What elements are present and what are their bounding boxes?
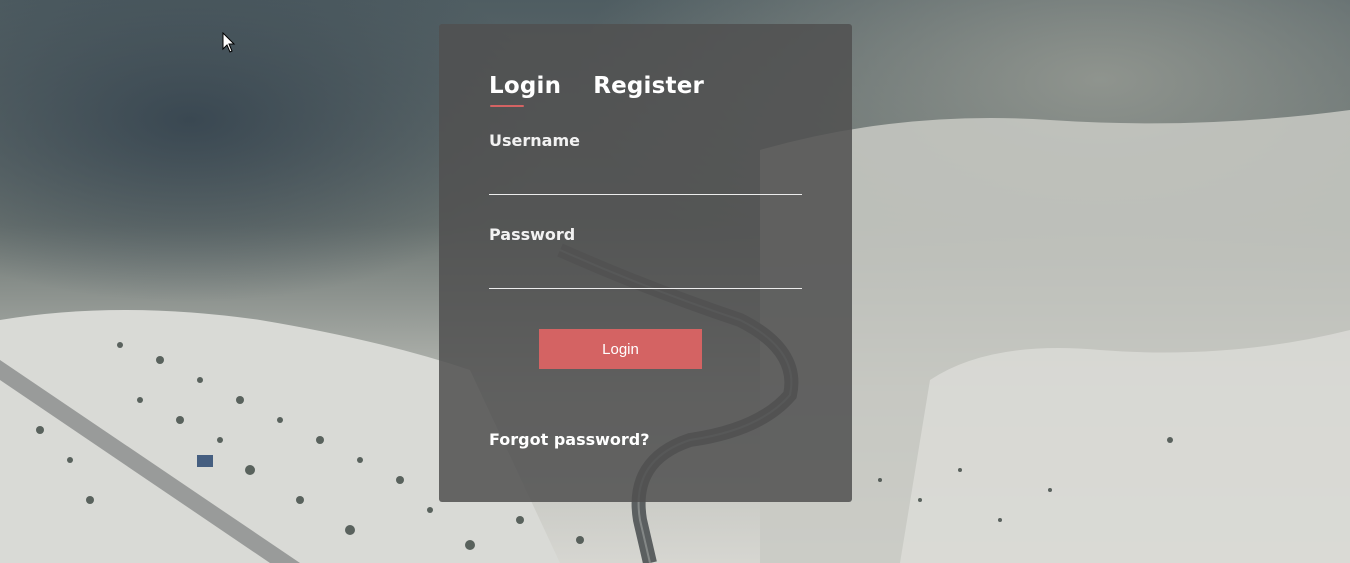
tab-register[interactable]: Register [593,73,704,99]
password-input[interactable] [489,259,802,289]
tab-login[interactable]: Login [489,73,561,107]
password-label: Password [489,225,576,244]
auth-tabs: Login Register [489,73,704,107]
username-label: Username [489,131,580,150]
username-input[interactable] [489,165,802,195]
login-button[interactable]: Login [539,329,702,369]
login-card: Login Register Username Password Login F… [439,24,852,502]
mouse-pointer-icon [222,31,236,58]
forgot-password-link[interactable]: Forgot password? [489,430,650,449]
